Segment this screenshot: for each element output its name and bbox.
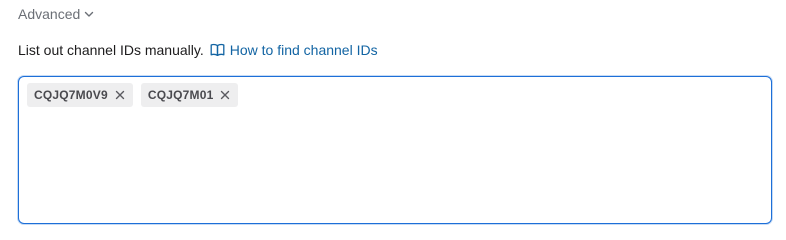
how-to-find-channel-ids-link[interactable]: How to find channel IDs: [210, 40, 378, 60]
close-icon[interactable]: [113, 88, 127, 102]
chip-label: CQJQ7M0V9: [34, 88, 108, 102]
advanced-label: Advanced: [18, 6, 81, 22]
channel-id-chip: CQJQ7M01: [140, 83, 239, 107]
channel-id-chip: CQJQ7M0V9: [27, 83, 133, 107]
chip-label: CQJQ7M01: [147, 88, 214, 102]
help-text: List out channel IDs manually.: [18, 42, 204, 58]
close-icon[interactable]: [218, 88, 232, 102]
channel-id-settings: Advanced List out channel IDs manually. …: [0, 0, 786, 240]
chip-list: CQJQ7M0V9 CQJQ7M01: [27, 83, 239, 107]
advanced-toggle[interactable]: Advanced: [18, 4, 95, 24]
channel-ids-input[interactable]: CQJQ7M0V9 CQJQ7M01: [18, 76, 772, 224]
book-icon: [210, 43, 225, 57]
help-link-label: How to find channel IDs: [229, 42, 378, 58]
help-text-row: List out channel IDs manually. How to fi…: [18, 40, 378, 60]
chevron-down-icon: [83, 8, 95, 20]
